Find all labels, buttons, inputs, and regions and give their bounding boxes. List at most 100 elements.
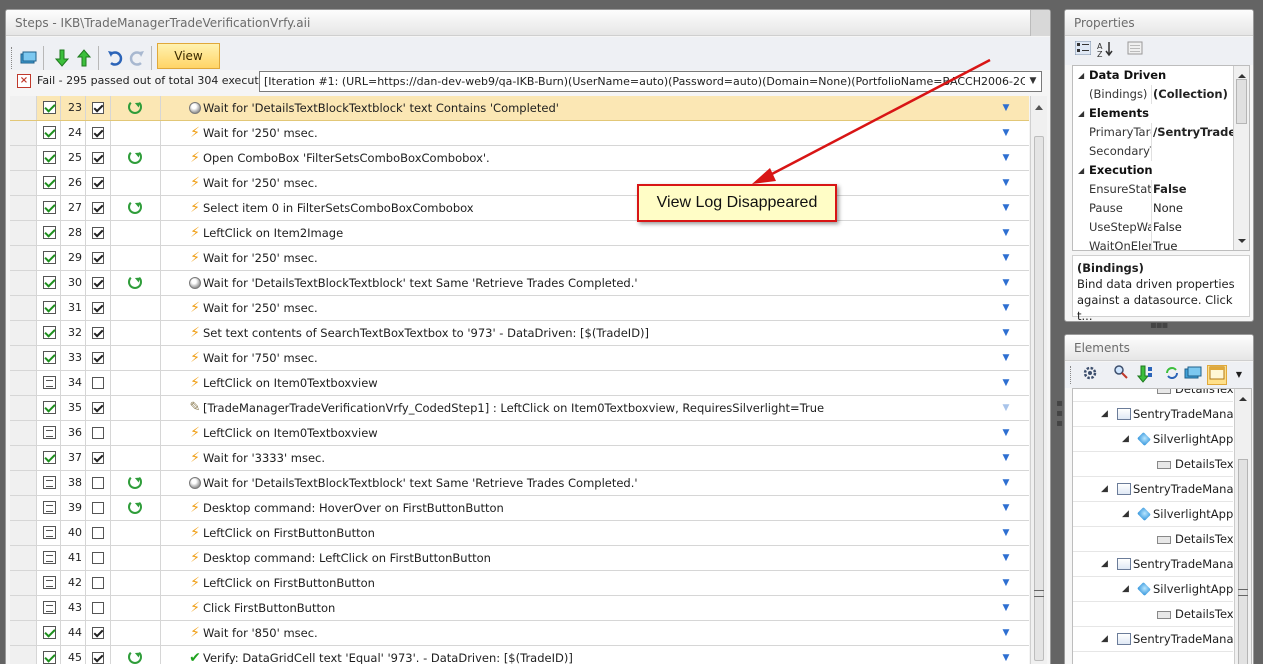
step-enabled-checkbox[interactable]	[92, 327, 104, 339]
expand-step-icon[interactable]: ▼	[983, 496, 1029, 520]
element-tree-node[interactable]: ◢ SentryTradeMana	[1073, 402, 1233, 427]
expand-step-icon[interactable]: ▼	[983, 596, 1029, 620]
step-row[interactable]: 41 ⚡ Desktop command: LeftClick on FirstBu…	[10, 546, 1029, 571]
expand-icon[interactable]: ◢	[1101, 477, 1108, 501]
toolbar-overflow-icon[interactable]: ▼	[1233, 365, 1245, 385]
expand-step-icon[interactable]: ▼	[983, 296, 1029, 320]
step-row[interactable]: 28 ⚡ LeftClick on Item2Image ▼	[10, 221, 1029, 246]
continue-on-failure-icon[interactable]	[128, 200, 142, 214]
row-selector[interactable]	[10, 146, 37, 170]
row-selector[interactable]	[10, 421, 37, 445]
properties-scrollbar[interactable]	[1233, 66, 1249, 250]
expand-step-icon[interactable]: ▼	[983, 621, 1029, 645]
step-enabled-checkbox[interactable]	[92, 277, 104, 289]
element-tree-node[interactable]: ◢ SentryTradeMana	[1073, 552, 1233, 577]
step-row[interactable]: 43 ⚡ Click FirstButtonButton ▼	[10, 596, 1029, 621]
step-row[interactable]: 29 ⚡ Wait for '250' msec. ▼	[10, 246, 1029, 271]
chevron-down-icon[interactable]: ▼	[1025, 72, 1041, 91]
property-row[interactable]: PrimaryTarget/SentryTradeM	[1073, 123, 1233, 142]
expand-icon[interactable]: ◢	[1101, 402, 1108, 426]
property-row[interactable]: UseStepWaitOnElementsFalse	[1073, 218, 1233, 237]
property-row[interactable]: EnsureStateIsValidFalse	[1073, 180, 1233, 199]
step-enabled-checkbox[interactable]	[92, 652, 104, 664]
scroll-up-icon[interactable]	[1238, 70, 1246, 78]
expand-step-icon[interactable]: ▼	[983, 121, 1029, 145]
expand-icon[interactable]: ◢	[1101, 627, 1108, 651]
scrollbar-thumb[interactable]	[1034, 136, 1044, 661]
property-value[interactable]: False	[1153, 180, 1233, 199]
iteration-dropdown[interactable]: [Iteration #1: (URL=https://dan-dev-web9…	[259, 71, 1042, 92]
row-selector[interactable]	[10, 446, 37, 470]
expand-step-icon[interactable]: ▼	[983, 271, 1029, 295]
expand-step-icon[interactable]: ▼	[983, 196, 1029, 220]
step-enabled-checkbox[interactable]	[92, 152, 104, 164]
row-selector[interactable]	[10, 371, 37, 395]
expand-icon[interactable]: ◢	[1122, 502, 1129, 526]
step-row[interactable]: 23 Wait for 'DetailsTextBlockTextblock' t…	[10, 96, 1029, 121]
collapse-icon[interactable]: ◢	[1078, 66, 1084, 85]
expand-step-icon[interactable]: ▼	[983, 471, 1029, 495]
scroll-up-icon[interactable]	[1035, 101, 1043, 110]
expand-step-icon[interactable]: ▼	[983, 446, 1029, 470]
element-tree-node[interactable]: ◢ SentryTradeMana	[1073, 477, 1233, 502]
property-category[interactable]: ◢ Elements	[1073, 104, 1233, 123]
step-enabled-checkbox[interactable]	[92, 227, 104, 239]
element-tree-node[interactable]: DetailsTex	[1073, 602, 1233, 627]
step-row[interactable]: 33 ⚡ Wait for '750' msec. ▼	[10, 346, 1029, 371]
property-value[interactable]: None	[1153, 199, 1233, 218]
step-row[interactable]: 44 ⚡ Wait for '850' msec. ▼	[10, 621, 1029, 646]
step-row[interactable]: 42 ⚡ LeftClick on FirstButtonButton ▼	[10, 571, 1029, 596]
continue-on-failure-icon[interactable]	[128, 100, 142, 114]
refresh-icon[interactable]	[1162, 365, 1182, 385]
move-up-icon[interactable]	[73, 46, 95, 70]
step-row[interactable]: 39 ⚡ Desktop command: HoverOver on FirstBu…	[10, 496, 1029, 521]
row-selector[interactable]	[10, 396, 37, 420]
property-pages-icon[interactable]	[1125, 41, 1145, 61]
step-row[interactable]: 45 ✔ Verify: DataGridCell text 'Equal' '97…	[10, 646, 1029, 664]
step-enabled-checkbox[interactable]	[92, 452, 104, 464]
expand-icon[interactable]: ◢	[1122, 577, 1129, 601]
property-value[interactable]: /SentryTradeM	[1153, 123, 1233, 142]
expand-step-icon[interactable]: ▼	[983, 221, 1029, 245]
expand-step-icon[interactable]: ▼	[983, 521, 1029, 545]
row-selector[interactable]	[10, 621, 37, 645]
row-selector[interactable]	[10, 646, 37, 664]
step-row[interactable]: 31 ⚡ Wait for '250' msec. ▼	[10, 296, 1029, 321]
element-tree-node[interactable]: DetailsTex	[1073, 389, 1233, 402]
element-repository-icon[interactable]	[1183, 365, 1203, 385]
categorized-icon[interactable]	[1073, 40, 1093, 61]
scroll-up-icon[interactable]	[1239, 393, 1247, 401]
step-enabled-checkbox[interactable]	[92, 502, 104, 514]
row-selector[interactable]	[10, 196, 37, 220]
step-enabled-checkbox[interactable]	[92, 102, 104, 114]
step-row[interactable]: 32 ⚡ Set text contents of SearchTextBoxTex…	[10, 321, 1029, 346]
step-enabled-checkbox[interactable]	[92, 202, 104, 214]
expand-icon[interactable]: ◢	[1122, 427, 1129, 451]
expand-step-icon[interactable]: ▼	[983, 571, 1029, 595]
expand-step-icon[interactable]: ▼	[983, 421, 1029, 445]
step-enabled-checkbox[interactable]	[92, 177, 104, 189]
row-selector[interactable]	[10, 471, 37, 495]
property-row[interactable]: Pause None	[1073, 199, 1233, 218]
element-tree-node[interactable]: ◢ SilverlightApp	[1073, 577, 1233, 602]
move-down-icon[interactable]	[51, 46, 73, 70]
step-row[interactable]: 24 ⚡ Wait for '250' msec. ▼	[10, 121, 1029, 146]
continue-on-failure-icon[interactable]	[128, 150, 142, 164]
row-selector[interactable]	[10, 321, 37, 345]
property-value[interactable]: (Collection)	[1153, 85, 1233, 104]
row-selector[interactable]	[10, 121, 37, 145]
continue-on-failure-icon[interactable]	[128, 475, 142, 489]
execute-icon[interactable]	[17, 46, 39, 70]
property-value[interactable]: True	[1153, 237, 1233, 250]
step-row[interactable]: 30 Wait for 'DetailsTextBlockTextblock' t…	[10, 271, 1029, 296]
step-row[interactable]: 37 ⚡ Wait for '3333' msec. ▼	[10, 446, 1029, 471]
step-enabled-checkbox[interactable]	[92, 552, 104, 564]
step-row[interactable]: 34 ⚡ LeftClick on Item0Textboxview ▼	[10, 371, 1029, 396]
step-enabled-checkbox[interactable]	[92, 377, 104, 389]
redo-icon[interactable]	[126, 46, 148, 70]
expand-step-icon[interactable]: ▼	[983, 371, 1029, 395]
row-selector[interactable]	[10, 571, 37, 595]
continue-on-failure-icon[interactable]	[128, 650, 142, 664]
property-row[interactable]: SecondaryTarget	[1073, 142, 1233, 161]
property-value[interactable]: False	[1153, 218, 1233, 237]
